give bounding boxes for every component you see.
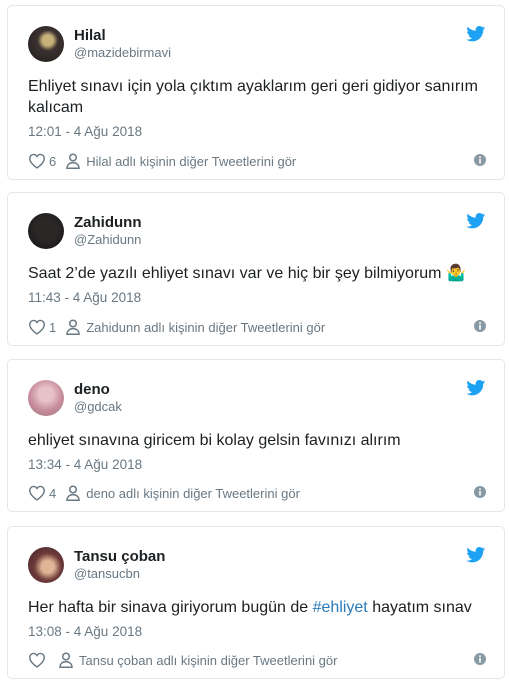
hashtag-link[interactable]: #ehliyet <box>313 599 368 616</box>
tweet-timestamp[interactable]: 13:34 - 4 Ağu 2018 <box>28 457 142 472</box>
tweet-text: ehliyet sınavına giricem bi kolay gelsin… <box>28 432 401 449</box>
avatar[interactable] <box>28 547 64 583</box>
profile-link[interactable]: Zahidunn adlı kişinin diğer Tweetlerini … <box>86 320 325 335</box>
like-count: 4 <box>49 485 57 501</box>
tweet-card[interactable]: deno @gdcak ehliyet sınavına giricem bi … <box>7 359 505 512</box>
tweet-timestamp[interactable]: 11:43 - 4 Ağu 2018 <box>28 290 141 305</box>
profile-link[interactable]: Tansu çoban adlı kişinin diğer Tweetleri… <box>79 653 337 668</box>
heart-icon[interactable] <box>28 153 46 169</box>
tweet-timestamp[interactable]: 13:08 - 4 Ağu 2018 <box>28 624 142 639</box>
person-icon <box>59 652 73 668</box>
tweet-text: Ehliyet sınavı için yola çıktım ayakları… <box>28 78 478 116</box>
twitter-bird-icon[interactable] <box>466 213 486 229</box>
author-name[interactable]: deno <box>74 381 110 398</box>
heart-icon[interactable] <box>28 652 46 668</box>
profile-link[interactable]: Hilal adlı kişinin diğer Tweetlerini gör <box>86 154 296 169</box>
tweet-text: Saat 2’de yazılı ehliyet sınavı var ve h… <box>28 263 483 284</box>
tweet-actions: 6 Hilal adlı kişinin diğer Tweetlerini g… <box>28 152 486 170</box>
info-icon[interactable] <box>474 320 486 332</box>
tweet-actions: Tansu çoban adlı kişinin diğer Tweetleri… <box>28 651 486 669</box>
heart-icon[interactable] <box>28 319 46 335</box>
person-icon <box>66 153 80 169</box>
tweet-timestamp[interactable]: 12:01 - 4 Ağu 2018 <box>28 124 142 139</box>
twitter-bird-icon[interactable] <box>466 26 486 42</box>
tweet-actions: 4 deno adlı kişinin diğer Tweetlerini gö… <box>28 484 486 502</box>
info-icon[interactable] <box>474 653 486 665</box>
shrug-emoji: 🤷‍♂️ <box>445 265 466 282</box>
info-icon[interactable] <box>474 486 486 498</box>
info-icon[interactable] <box>474 154 486 166</box>
tweet-card[interactable]: Zahidunn @Zahidunn Saat 2’de yazılı ehli… <box>7 192 505 346</box>
twitter-bird-icon[interactable] <box>466 547 486 563</box>
tweet-actions: 1 Zahidunn adlı kişinin diğer Tweetlerin… <box>28 318 486 336</box>
person-icon <box>66 319 80 335</box>
tweet-text-body: Saat 2’de yazılı ehliyet sınavı var ve h… <box>28 265 442 282</box>
person-icon <box>66 485 80 501</box>
tweet-text-before: Her hafta bir sinava giriyorum bugün de <box>28 599 313 616</box>
author-handle[interactable]: @tansucbn <box>74 566 140 581</box>
avatar[interactable] <box>28 380 64 416</box>
avatar[interactable] <box>28 213 64 249</box>
author-name[interactable]: Tansu çoban <box>74 548 165 565</box>
author-handle[interactable]: @mazidebirmavi <box>74 45 171 60</box>
author-handle[interactable]: @gdcak <box>74 399 122 414</box>
profile-link[interactable]: deno adlı kişinin diğer Tweetlerini gör <box>86 486 300 501</box>
heart-icon[interactable] <box>28 485 46 501</box>
like-count: 6 <box>49 153 57 169</box>
author-name[interactable]: Zahidunn <box>74 214 142 231</box>
author-name[interactable]: Hilal <box>74 27 106 44</box>
tweet-text: Her hafta bir sinava giriyorum bugün de … <box>28 597 483 618</box>
tweet-card[interactable]: Tansu çoban @tansucbn Her hafta bir sina… <box>7 526 505 679</box>
tweet-card[interactable]: Hilal @mazidebirmavi Ehliyet sınavı için… <box>7 5 505 180</box>
avatar[interactable] <box>28 26 64 62</box>
tweet-text-after: hayatım sınav <box>367 599 472 616</box>
author-handle[interactable]: @Zahidunn <box>74 232 141 247</box>
twitter-bird-icon[interactable] <box>466 380 486 396</box>
like-count: 1 <box>49 319 57 335</box>
